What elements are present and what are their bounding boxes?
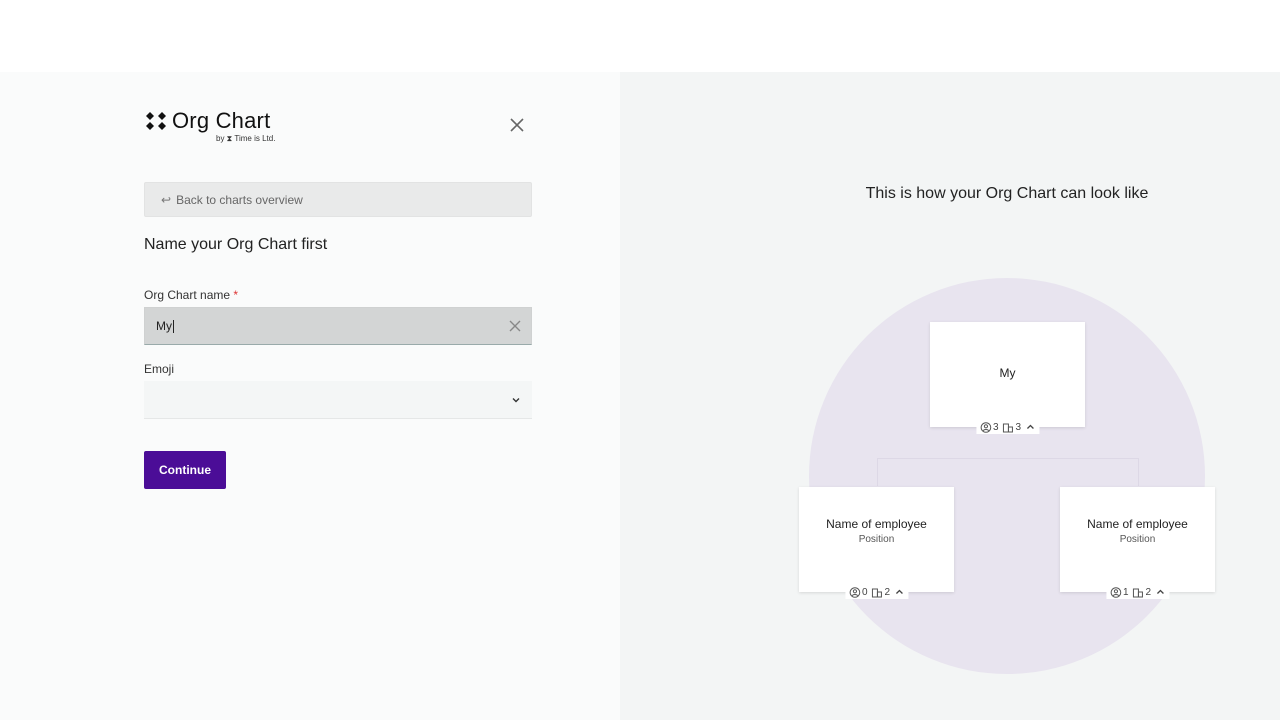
org-card-stats: 0 2 — [844, 585, 909, 599]
org-card-employee: Name of employee Position 0 2 — [799, 487, 954, 599]
org-card-employee: Name of employee Position 1 2 — [1060, 487, 1215, 599]
back-button-label: Back to charts overview — [176, 192, 303, 207]
chevron-up-icon[interactable] — [1155, 587, 1165, 597]
brand-logo: Org Chart by ⧗ Time is Ltd. — [144, 108, 294, 150]
emoji-label: Emoji — [144, 362, 175, 376]
person-icon — [980, 421, 991, 433]
people-count: 1 — [1122, 586, 1129, 598]
required-mark: * — [233, 288, 239, 302]
clear-icon[interactable] — [508, 319, 522, 333]
building-icon — [1003, 423, 1013, 432]
org-connector-lines — [877, 458, 1139, 486]
teams-count: 2 — [884, 586, 891, 598]
org-chart-name-value: My — [156, 319, 172, 333]
building-icon — [1133, 588, 1143, 597]
close-icon[interactable] — [507, 115, 527, 135]
org-card-name: Name of employee — [1087, 517, 1188, 531]
org-card-position: Position — [858, 534, 895, 545]
preview-title: This is how your Org Chart can look like — [865, 185, 1149, 202]
person-icon — [1110, 586, 1121, 598]
form-heading: Name your Org Chart first — [144, 236, 328, 253]
continue-button[interactable]: Continue — [144, 451, 226, 489]
org-card-stats: 3 3 — [975, 420, 1040, 434]
chevron-up-icon[interactable] — [894, 587, 904, 597]
chevron-up-icon[interactable] — [1025, 422, 1035, 432]
org-card-root: My 3 3 — [930, 322, 1085, 434]
org-card-position: Position — [1119, 534, 1156, 545]
emoji-select[interactable] — [144, 381, 532, 419]
building-icon — [872, 588, 882, 597]
org-card-name: My — [999, 366, 1016, 380]
top-bar — [0, 0, 1280, 72]
chevron-down-icon — [512, 398, 520, 403]
org-chart-name-label: Org Chart name * — [144, 288, 239, 302]
org-card-stats: 1 2 — [1105, 585, 1170, 599]
brand-subtitle: by ⧗ Time is Ltd. — [216, 134, 276, 143]
people-count: 0 — [861, 586, 868, 598]
teams-count: 2 — [1145, 586, 1152, 598]
text-caret — [173, 319, 174, 333]
teams-count: 3 — [1015, 421, 1022, 433]
org-card-name: Name of employee — [826, 517, 927, 531]
back-to-charts-button[interactable]: ↩ Back to charts overview — [144, 182, 532, 217]
org-chart-name-input[interactable]: My — [144, 307, 532, 345]
return-arrow-icon: ↩ — [161, 192, 172, 207]
diamond-logo-icon — [146, 112, 166, 130]
people-count: 3 — [992, 421, 999, 433]
brand-title: Org Chart — [172, 108, 271, 133]
person-icon — [849, 586, 860, 598]
